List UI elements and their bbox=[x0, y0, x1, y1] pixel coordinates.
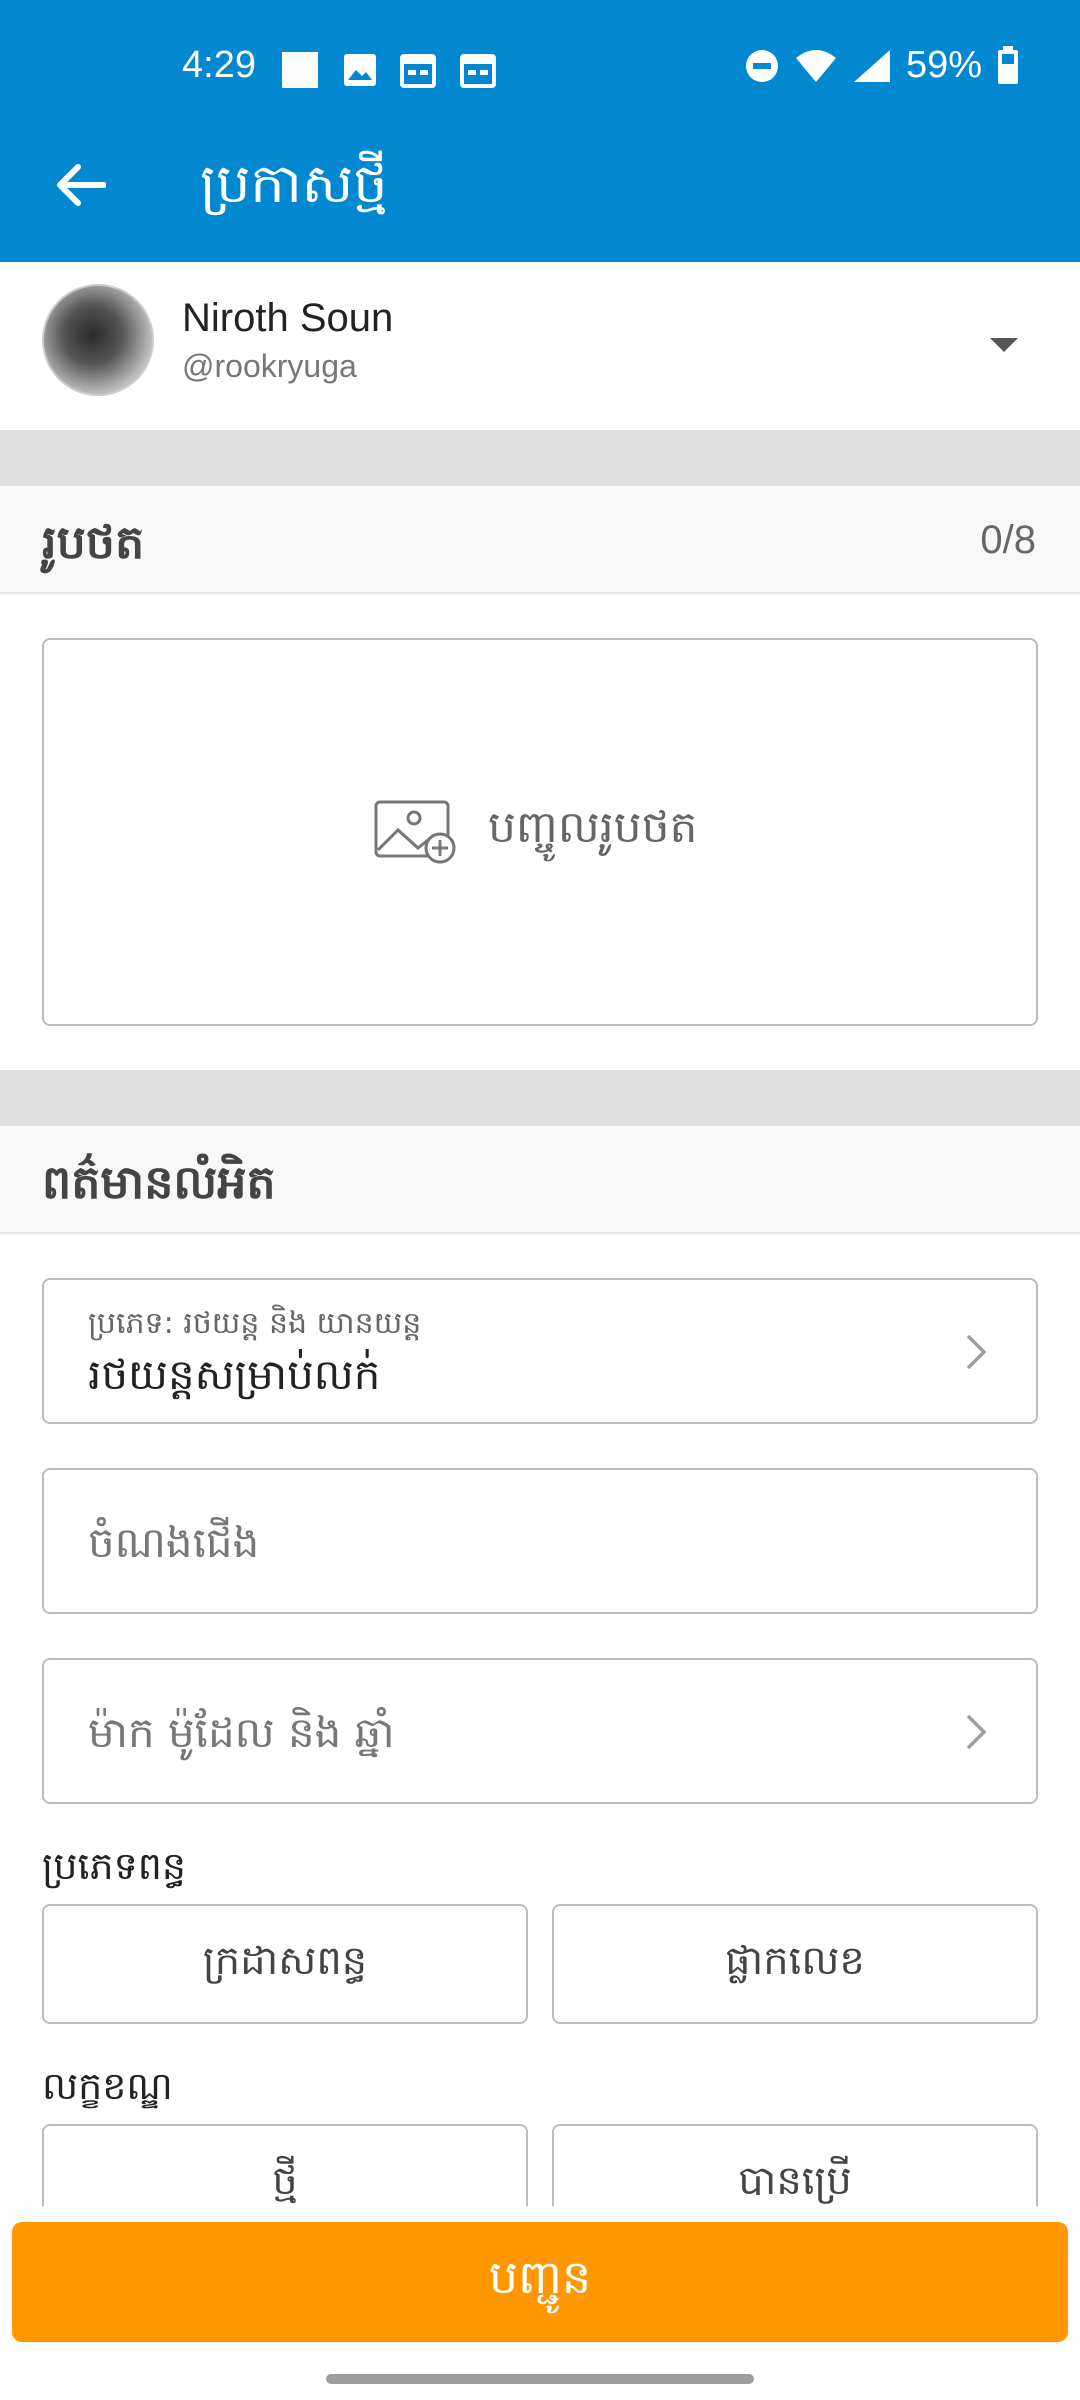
battery-icon bbox=[998, 45, 1018, 84]
photo-count: 0/8 bbox=[980, 518, 1036, 562]
profile-handle: @rookryuga bbox=[182, 348, 357, 384]
photos-section-header: រូបថត 0/8 bbox=[0, 486, 1080, 594]
app-bar: 4:29 59% ប្រកាសថ្មី bbox=[0, 0, 1080, 262]
calendar-icon bbox=[460, 54, 496, 88]
add-image-icon bbox=[374, 800, 456, 864]
image-icon bbox=[344, 54, 376, 86]
chevron-right-icon bbox=[966, 1334, 987, 1370]
condition-label: លក្ខខណ្ឌ bbox=[42, 2064, 173, 2108]
plate-type-option-plate-number[interactable]: ផ្លាកលេខ bbox=[552, 1904, 1038, 2024]
section-divider bbox=[0, 1070, 1080, 1126]
add-photo-label: បញ្ចូលរូបថត bbox=[488, 802, 698, 853]
bottom-bar: បញ្ជូន bbox=[0, 2206, 1080, 2400]
page-title: ប្រកាសថ្មី bbox=[200, 152, 388, 215]
profile-name: Niroth Soun bbox=[182, 296, 394, 340]
back-button[interactable] bbox=[50, 155, 110, 215]
wifi-icon bbox=[795, 49, 836, 82]
calendar-icon bbox=[400, 54, 436, 88]
make-model-year-selector[interactable]: ម៉ាក ម៉ូដែល និង ឆ្នាំ bbox=[42, 1658, 1038, 1804]
do-not-disturb-icon bbox=[745, 49, 778, 82]
details-section-header: ពត៌មានលំអិត bbox=[0, 1126, 1080, 1234]
status-bar: 4:29 59% bbox=[0, 0, 1080, 140]
dropdown-arrow-icon bbox=[990, 338, 1018, 352]
status-right: 59% bbox=[744, 44, 1020, 87]
add-photo-button[interactable]: បញ្ចូលរូបថត bbox=[42, 638, 1038, 1026]
title-input[interactable]: ចំណងជើង bbox=[42, 1468, 1038, 1614]
battery-percent: 59% bbox=[905, 44, 982, 86]
category-label: ប្រភេទ: រថយន្ត និង យានយន្ត bbox=[88, 1306, 422, 1341]
plate-type-option-tax-paper[interactable]: ក្រដាសពន្ធ bbox=[42, 1904, 528, 2024]
arrow-back-icon bbox=[57, 164, 106, 206]
plate-type-label: ប្រភេទពន្ធ bbox=[42, 1844, 186, 1888]
category-value: រថយន្តសម្រាប់លក់ bbox=[88, 1350, 381, 1399]
make-model-placeholder: ម៉ាក ម៉ូដែល និង ឆ្នាំ bbox=[88, 1708, 395, 1757]
status-time: 4:29 bbox=[182, 44, 256, 86]
avatar bbox=[42, 284, 154, 396]
category-selector[interactable]: ប្រភេទ: រថយន្ត និង យានយន្ត រថយន្តសម្រាប់… bbox=[42, 1278, 1038, 1424]
chevron-right-icon bbox=[966, 1714, 987, 1750]
details-section-title: ពត៌មានលំអិត bbox=[42, 1155, 276, 1209]
title-placeholder: ចំណងជើង bbox=[88, 1518, 260, 1567]
cellular-signal-icon bbox=[853, 49, 890, 82]
notification-square-icon bbox=[282, 52, 318, 88]
photos-section-title: រូបថត bbox=[42, 515, 145, 569]
submit-button[interactable]: បញ្ជូន bbox=[12, 2222, 1068, 2342]
gesture-nav-bar[interactable] bbox=[326, 2374, 754, 2384]
account-selector[interactable]: Niroth Soun @rookryuga bbox=[0, 262, 1080, 430]
section-divider bbox=[0, 430, 1080, 486]
